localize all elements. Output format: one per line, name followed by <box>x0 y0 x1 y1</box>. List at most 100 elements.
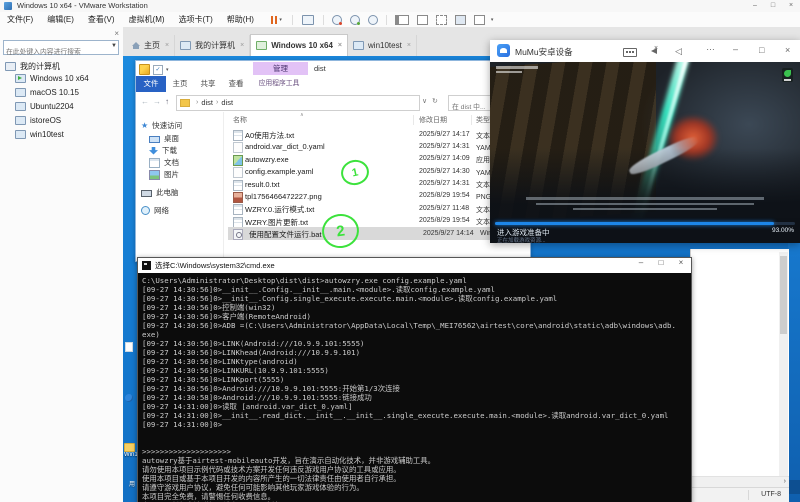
suspend-caret-icon[interactable]: ▾ <box>279 17 282 23</box>
breadcrumb-crumb[interactable]: dist <box>201 98 213 107</box>
menu-view[interactable]: 查看(V) <box>81 14 122 25</box>
revert-snapshot-icon[interactable] <box>350 15 360 25</box>
file-row[interactable]: config.example.yaml 2025/9/27 14:30 YAML… <box>224 165 530 177</box>
ribbon-apptools-tab[interactable]: 应用程序工具 <box>250 76 308 92</box>
column-date[interactable]: 修改日期 <box>419 115 447 125</box>
mute-speaker-icon[interactable] <box>651 48 657 54</box>
maximize-icon[interactable]: □ <box>759 45 764 55</box>
tab-windows10-x64[interactable]: Windows 10 x64 × <box>250 34 348 56</box>
manage-snapshots-icon[interactable] <box>368 15 378 25</box>
file-row[interactable]: A0使用方法.txt 2025/9/27 14:17 文本文档 <box>224 128 530 140</box>
ctrl-alt-del-icon[interactable] <box>302 15 314 25</box>
close-icon[interactable]: × <box>782 0 800 11</box>
tree-vm-win10test[interactable]: win10test <box>15 130 64 139</box>
browser-icon-fragment[interactable] <box>125 394 133 402</box>
game-viewport[interactable] <box>490 62 800 218</box>
ribbon-manage-tab[interactable]: 管理 <box>253 62 308 75</box>
quick-access-icon: ★ <box>141 122 148 130</box>
nav-pictures[interactable]: 图片 <box>149 169 236 180</box>
tab-close-icon[interactable]: × <box>165 42 169 49</box>
up-icon[interactable]: ↑ <box>165 97 169 106</box>
tab-win10test[interactable]: win10test × <box>348 35 417 56</box>
txt-file-icon <box>233 130 243 141</box>
tree-vm-macos[interactable]: macOS 10.15 <box>15 88 79 97</box>
scroll-right-icon[interactable]: › <box>784 478 786 485</box>
column-name[interactable]: 名称 <box>233 115 247 125</box>
menu-tabs[interactable]: 选项卡(T) <box>172 14 220 25</box>
console-view-icon[interactable] <box>417 15 428 25</box>
cmd-console[interactable]: C:\Users\Administrator\Desktop\dist\dist… <box>138 273 691 502</box>
close-icon[interactable]: × <box>785 45 790 55</box>
nav-quick-access[interactable]: ★ 快速访问 <box>141 120 228 131</box>
desktop-icon-fragment[interactable] <box>125 342 133 352</box>
breadcrumb[interactable]: › dist › dist <box>176 95 420 111</box>
explorer-filelist: 名称 ∧ 修改日期 类型 A0使用方法.txt 2025/9/27 14:17 … <box>224 112 530 261</box>
file-row[interactable]: tpl1756466472227.png 2025/8/29 19:54 PNG… <box>224 190 530 202</box>
nav-this-pc[interactable]: 此电脑 <box>141 187 228 198</box>
ribbon-view-tab[interactable]: 查看 <box>222 76 250 92</box>
breadcrumb-crumb[interactable]: dist <box>221 98 233 107</box>
tab-home[interactable]: 主页 × <box>127 35 175 56</box>
tree-root-my-computer[interactable]: 我的计算机 <box>5 61 60 72</box>
maximize-icon[interactable]: □ <box>651 258 671 267</box>
tab-my-computer[interactable]: 我的计算机 × <box>175 35 250 56</box>
minimize-icon[interactable]: – <box>746 0 764 11</box>
tree-vm-istoreos[interactable]: istoreOS <box>15 116 61 125</box>
tree-vm-windows10[interactable]: Windows 10 x64 <box>15 74 89 83</box>
unity-view-icon[interactable] <box>436 15 447 25</box>
menu-edit[interactable]: 编辑(E) <box>40 14 81 25</box>
refresh-icon[interactable]: ↻ <box>432 97 438 105</box>
qat-caret-icon[interactable]: ▾ <box>166 67 169 73</box>
tab-close-icon[interactable]: × <box>240 42 244 49</box>
file-row[interactable]: android.var_dict_0.yaml 2025/9/27 14:31 … <box>224 140 530 152</box>
ribbon-share-tab[interactable]: 共享 <box>194 76 222 92</box>
take-snapshot-icon[interactable] <box>332 15 342 25</box>
more-options-icon[interactable]: … <box>706 42 715 52</box>
suspend-vm-icon[interactable] <box>271 16 278 24</box>
thumbnail-bar-icon[interactable] <box>455 15 466 25</box>
quick-access-properties-icon[interactable]: ✓ <box>153 65 163 75</box>
tab-close-icon[interactable]: × <box>407 42 411 49</box>
menu-vm[interactable]: 虚拟机(M) <box>122 14 172 25</box>
game-overlay-text <box>496 66 538 75</box>
file-row[interactable]: autowzry.exe 2025/9/27 14:09 应用程序 <box>224 153 530 165</box>
nav-documents[interactable]: 文档 <box>149 157 236 168</box>
maximize-icon[interactable]: □ <box>764 0 782 11</box>
tree-vm-ubuntu[interactable]: Ubuntu2204 <box>15 102 74 111</box>
scrollbar-thumb[interactable] <box>780 256 787 334</box>
menu-file[interactable]: 文件(F) <box>0 14 40 25</box>
file-row[interactable]: result.0.txt 2025/9/27 14:31 文本文档 <box>224 178 530 190</box>
address-dropdown-icon[interactable]: ∨ <box>422 97 427 105</box>
ribbon-home-tab[interactable]: 主页 <box>166 76 194 92</box>
desktop-icon <box>149 136 160 143</box>
minimize-icon[interactable]: – <box>631 258 651 267</box>
back-icon[interactable]: ◁ <box>675 46 682 57</box>
show-library-icon[interactable] <box>395 15 409 25</box>
nav-downloads[interactable]: 下载 <box>149 145 236 156</box>
cmd-titlebar[interactable]: 选择C:\Windows\system32\cmd.exe – □ × <box>138 258 691 273</box>
file-row-selected[interactable]: 使用配置文件运行.bat 2025/9/27 14:14 Windows... <box>228 227 530 239</box>
ribbon-file-tab[interactable]: 文件 <box>136 76 166 92</box>
file-row[interactable]: WZRY.0.运行模式.txt 2025/9/27 11:48 文本文档 <box>224 202 530 214</box>
forward-icon[interactable]: → <box>153 97 161 106</box>
file-row[interactable]: WZRY.图片更新.txt 2025/8/29 19:54 文本文档 <box>224 215 530 227</box>
vertical-scrollbar[interactable] <box>779 252 788 476</box>
library-search-input[interactable] <box>4 47 108 58</box>
back-icon[interactable]: ← <box>141 97 149 106</box>
fullscreen-caret-icon[interactable]: ▾ <box>491 17 494 23</box>
column-type[interactable]: 类型 <box>476 115 490 125</box>
nav-desktop[interactable]: 桌面 <box>149 133 236 144</box>
mumu-titlebar[interactable]: MuMu安卓设备 ◁ … – □ × <box>490 40 800 62</box>
fullscreen-icon[interactable] <box>474 15 485 25</box>
folder-icon-fragment[interactable] <box>124 443 135 452</box>
cmd-app-icon <box>142 261 151 270</box>
library-search-dropdown-icon[interactable]: ▼ <box>111 43 117 49</box>
tab-close-icon[interactable]: × <box>338 42 342 49</box>
library-search-box[interactable]: ▼ <box>3 40 119 55</box>
menu-help[interactable]: 帮助(H) <box>220 14 261 25</box>
keyboard-mapping-icon[interactable] <box>623 48 637 57</box>
nav-network[interactable]: 网络 <box>141 205 228 216</box>
library-close-icon[interactable]: × <box>114 29 119 38</box>
minimize-icon[interactable]: – <box>733 44 738 54</box>
close-icon[interactable]: × <box>671 258 691 267</box>
